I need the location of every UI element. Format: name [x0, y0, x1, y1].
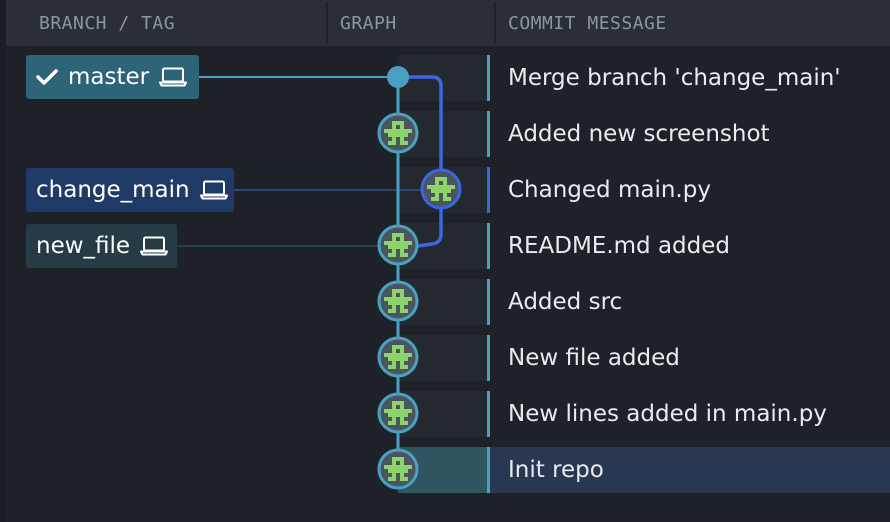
commit-node[interactable] [377, 224, 419, 266]
checkmark-icon [36, 68, 58, 86]
branch-label-change-main[interactable]: change_main [26, 168, 234, 212]
commit-node[interactable] [420, 168, 462, 210]
commit-node[interactable] [377, 280, 419, 322]
commit-message[interactable]: New file added [508, 330, 680, 386]
laptop-icon [159, 67, 188, 87]
side-lane-line [398, 75, 443, 248]
branch-label-master[interactable]: master [26, 55, 199, 99]
commit-node[interactable] [377, 112, 419, 154]
branch-name: change_main [36, 177, 190, 203]
laptop-icon [199, 180, 228, 200]
branch-name: master [68, 64, 150, 90]
commit-message[interactable]: Merge branch 'change_main' [508, 50, 841, 106]
merge-commit-node[interactable] [387, 66, 409, 88]
commit-node[interactable] [377, 336, 419, 378]
commit-message[interactable]: Changed main.py [508, 162, 711, 218]
commit-message[interactable]: Added new screenshot [508, 106, 770, 162]
branch-name: new_file [36, 233, 131, 259]
commit-message[interactable]: Init repo [508, 442, 604, 498]
commit-node[interactable] [377, 448, 419, 490]
laptop-icon [140, 236, 169, 256]
branch-label-new-file[interactable]: new_file [26, 224, 177, 268]
git-client-window: BRANCH / TAG GRAPH COMMIT MESSAGE master… [0, 0, 890, 522]
commit-message[interactable]: Added src [508, 274, 622, 330]
commit-node[interactable] [377, 392, 419, 434]
commit-message[interactable]: New lines added in main.py [508, 386, 827, 442]
commit-message[interactable]: README.md added [508, 218, 730, 274]
